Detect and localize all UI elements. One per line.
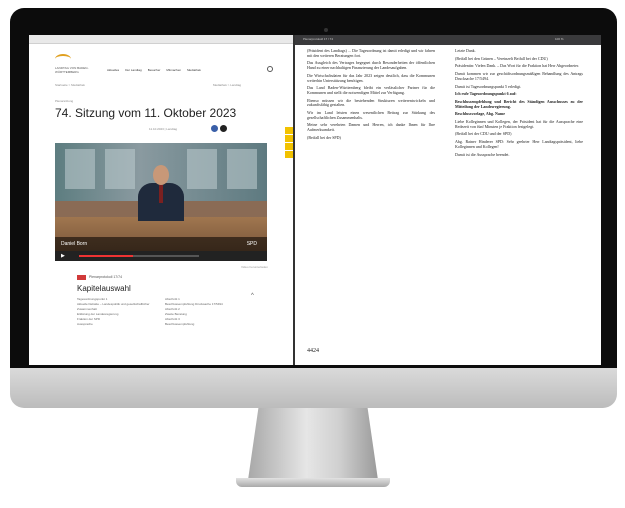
camera-dot (324, 28, 328, 32)
video-progress-fill (79, 255, 133, 257)
pdf-viewer-window: Plenarprotokoll 17 / 74 100 % (Präsident… (295, 35, 601, 365)
side-tab-2[interactable] (285, 135, 293, 142)
hall-window (105, 149, 135, 189)
monitor-stand-base (236, 478, 390, 487)
pdf-paragraph: (Beifall bei der SPD) (307, 134, 341, 140)
pdf-paragraph: Beschlussvorlage, Abg. Name (455, 111, 505, 117)
pdf-filename: Plenarprotokoll 17 / 74 (303, 37, 334, 41)
side-tab-4[interactable] (285, 151, 293, 158)
speaker-tie (159, 185, 163, 203)
pdf-paragraph: Liebe Kolleginnen und Kollegen, der Präs… (455, 119, 583, 129)
pdf-zoom-level[interactable]: 100 % (555, 37, 564, 41)
chapter-list-left: Tagesordnungspunkt 1 Aktuelle Debatte – … (77, 297, 151, 327)
protocol-link[interactable]: Plenarprotokoll 17/74 (89, 275, 122, 279)
protocol-badge-icon (77, 275, 86, 280)
nav-item-der-landtag[interactable]: Der Landtag (125, 68, 142, 72)
video-controls[interactable]: ▶ (55, 251, 267, 261)
page-number: 4424 (307, 348, 319, 354)
page-title: 74. Sitzung vom 11. Oktober 2023 (55, 106, 237, 120)
session-type-label: Plenarsitzung (55, 99, 74, 103)
side-tab-1[interactable] (285, 127, 293, 134)
pdf-paragraph: Damit ist die Aussprache beendet. (455, 151, 510, 157)
pdf-paragraph: Ebenso müssen wir die bestehenden Strukt… (307, 97, 435, 108)
browser-window-left: LANDTAG VON BADEN-WÜRTTEMBERG Aktuelles … (29, 35, 295, 365)
pdf-page[interactable]: (Präsident des Landtags) ... Die Tagesor… (305, 47, 595, 365)
chapter-list-right: Abschnitt 1 Beschlussempfehlung Drucksac… (165, 297, 241, 327)
chapter-heading: Kapitelauswahl (77, 284, 131, 293)
speaker-party: SPD (246, 241, 257, 247)
session-date: 11.10.2023 | Landtag (149, 127, 178, 131)
hall-window (187, 149, 217, 189)
play-icon[interactable]: ▶ (61, 253, 65, 259)
pdf-paragraph: Meine sehr verehrten Damen und Herren, i… (307, 122, 435, 133)
monitor-chin (10, 368, 617, 408)
logo-text: LANDTAG VON BADEN-WÜRTTEMBERG (55, 66, 89, 74)
nav-item-aktuelles[interactable]: Aktuelles (107, 68, 119, 72)
pdf-paragraph: Präsidentin: Vielen Dank. – Das Wort für… (455, 63, 580, 69)
side-tab-3[interactable] (285, 143, 293, 150)
main-nav: Aktuelles Der Landtag Besucher Mitmachen… (107, 68, 201, 72)
browser-tab-bar[interactable] (29, 35, 293, 44)
chevron-up-icon[interactable]: ^ (251, 293, 254, 299)
breadcrumb-right[interactable]: Mediathek > Landtag (213, 83, 241, 87)
speaker-name: Daniel Born (61, 241, 88, 247)
pdf-column-left: (Präsident des Landtags) ... Die Tagesor… (307, 48, 435, 144)
monitor-stand-neck (248, 408, 378, 480)
facebook-share-icon[interactable] (211, 125, 218, 132)
pdf-paragraph: (Beifall bei der CDU und der SPD) (455, 131, 512, 137)
chapter-item[interactable]: Aktuelle Debatte – Landespolitik und ges… (77, 302, 151, 312)
pdf-paragraph: Ich rufe Tagesordnungspunkt 6 auf: (455, 91, 517, 97)
chapter-item[interactable]: Beschlussempfehlung (165, 322, 241, 327)
pdf-paragraph: (Präsident des Landtags) ... Die Tagesor… (307, 48, 435, 58)
pdf-paragraph: Das Ausgleich des Vertrages begegnet dur… (307, 60, 435, 71)
search-icon[interactable] (267, 66, 273, 72)
video-player[interactable]: Daniel Born SPD ▶ (55, 143, 267, 261)
site-header: LANDTAG VON BADEN-WÜRTTEMBERG Aktuelles … (29, 44, 293, 84)
breadcrumb[interactable]: Startseite > Mediathek (55, 83, 85, 87)
pdf-toolbar[interactable]: Plenarprotokoll 17 / 74 100 % (295, 35, 601, 45)
nav-item-mediathek[interactable]: Mediathek (187, 68, 201, 72)
pdf-paragraph: Wir im Land leisten einen wesentlichen B… (307, 110, 435, 120)
nav-item-besucher[interactable]: Besucher (148, 68, 161, 72)
landtag-logo-icon[interactable] (55, 54, 71, 64)
x-share-icon[interactable] (220, 125, 227, 132)
speaker-figure (138, 165, 184, 221)
pdf-paragraph: Das Land Baden-Württemberg bleibt ein ve… (307, 85, 435, 95)
hall-window (227, 149, 257, 189)
display-screen: LANDTAG VON BADEN-WÜRTTEMBERG Aktuelles … (29, 35, 601, 365)
pdf-paragraph: Beschlussempfehlung und Bericht des Stän… (455, 98, 583, 109)
pdf-paragraph: Die Wirtschaftsdaten für das Jahr 2023 z… (307, 72, 435, 83)
pdf-paragraph: Damit ist Tagesordnungspunkt 5 erledigt. (455, 83, 522, 89)
nav-item-mitmachen[interactable]: Mitmachen (166, 68, 181, 72)
pdf-paragraph: Damit kommen wir zur geschäftsordnungsmä… (455, 71, 583, 81)
video-progress-bar[interactable] (79, 255, 199, 257)
pdf-paragraph: Letzte Dank. (455, 48, 476, 53)
pdf-column-right: Letzte Dank. (Beifall bei den Grünen – V… (455, 48, 583, 160)
pdf-paragraph: (Beifall bei den Grünen – Vereinzelt Bei… (455, 55, 548, 61)
hall-window (65, 149, 95, 189)
video-download-link[interactable]: Video herunterladen (241, 265, 268, 269)
pdf-paragraph: Abg. Rainer Hinderer SPD: Sehr geehrter … (455, 139, 583, 149)
speaker-head (153, 165, 169, 185)
chapter-item[interactable]: Aussprache (77, 322, 151, 327)
